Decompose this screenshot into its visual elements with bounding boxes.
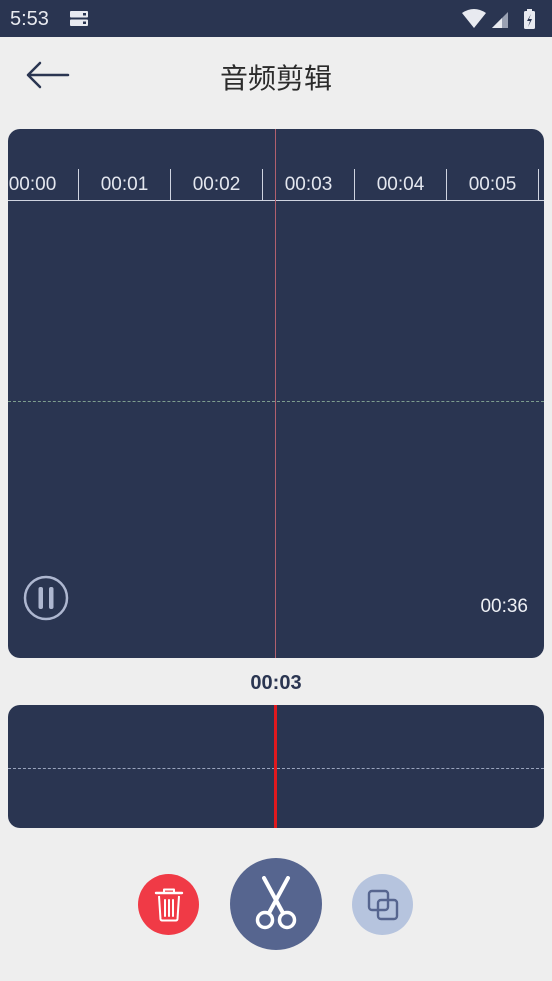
- overview-waveform[interactable]: [8, 705, 544, 828]
- overview-playhead[interactable]: [274, 705, 277, 828]
- cut-button[interactable]: [230, 858, 322, 950]
- scissors-icon: [255, 876, 297, 930]
- app-bar: 音频剪辑: [0, 37, 552, 115]
- signal-icon: [492, 12, 508, 28]
- status-indicators: [462, 9, 535, 29]
- waveform-panel[interactable]: 00:00 00:01 00:02 00:03 00:04 00:05 00:3…: [8, 129, 544, 658]
- trash-icon: [154, 888, 183, 921]
- page-title: 音频剪辑: [219, 62, 332, 95]
- pause-icon[interactable]: [23, 575, 69, 621]
- copy-button[interactable]: [352, 874, 413, 935]
- battery-icon: [524, 9, 535, 29]
- wifi-icon: [462, 9, 486, 28]
- timeline-tick: 00:05: [447, 169, 539, 201]
- storage-icon: [70, 11, 88, 26]
- timeline-tick: 00:04: [355, 169, 447, 201]
- status-time: 5:53: [10, 8, 49, 30]
- status-bar: 5:53: [0, 0, 552, 37]
- copy-icon: [367, 889, 398, 920]
- delete-button[interactable]: [138, 874, 199, 935]
- playhead-line: [275, 129, 276, 658]
- current-time-label: 00:03: [250, 672, 302, 694]
- timeline-tick: 00:00: [8, 169, 79, 201]
- timeline-ruler: 00:00 00:01 00:02 00:03 00:04 00:05: [8, 169, 544, 201]
- timeline-tick: 00:02: [171, 169, 263, 201]
- total-duration: 00:36: [480, 596, 528, 617]
- waveform-baseline: [8, 401, 544, 402]
- timeline-tick: 00:01: [79, 169, 171, 201]
- timeline-tick: 00:03: [263, 169, 355, 201]
